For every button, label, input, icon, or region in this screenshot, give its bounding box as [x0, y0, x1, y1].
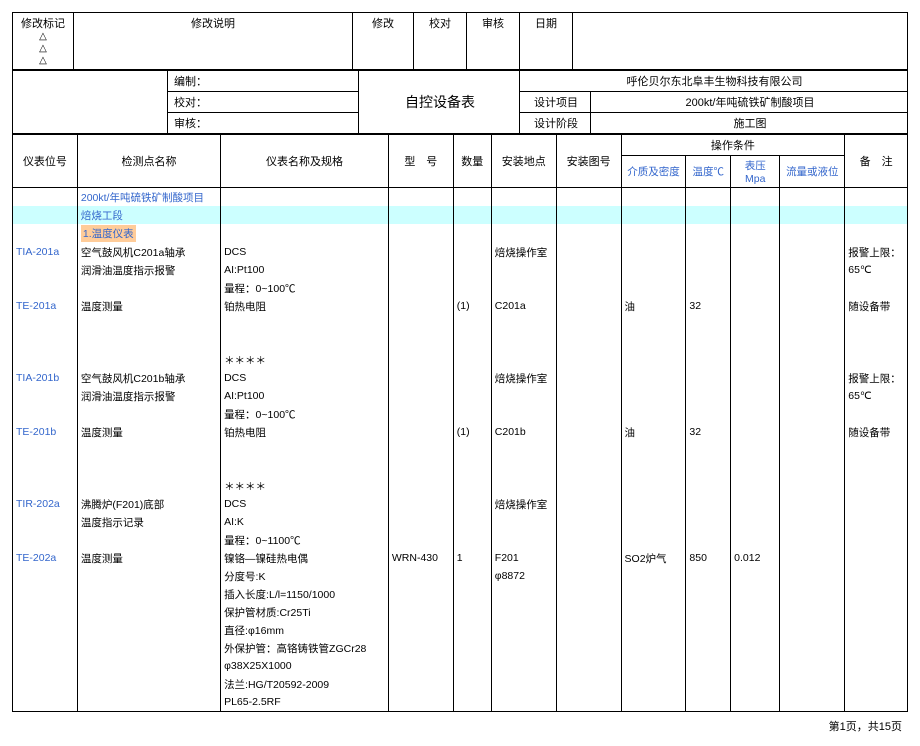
table-row: TIR-202a 沸腾炉(F201)底部 DCS 焙烧操作室 [13, 495, 908, 513]
company-name: 呼伦贝尔东北阜丰生物科技有限公司 [627, 76, 803, 88]
date-label: 日期 [535, 18, 557, 30]
col-flow: 流量或液位 [780, 156, 845, 188]
table-row [13, 441, 908, 459]
col-tag: 仪表位号 [13, 135, 78, 188]
table-row: 分度号:Kφ8872 [13, 567, 908, 585]
mark-label: 修改标记 [21, 18, 65, 30]
desc-label: 修改说明 [191, 18, 235, 30]
header-block: 编制： 自控设备表 呼伦贝尔东北阜丰生物科技有限公司 校对： 设计项目 200k… [12, 70, 908, 134]
table-row [13, 315, 908, 333]
table-row: TIA-201b 空气鼓风机C201b轴承 DCS 焙烧操作室 报警上限： [13, 369, 908, 387]
table-row: 润滑油温度指示报警 AI:Pt100 65℃ [13, 261, 908, 279]
table-row: 润滑油温度指示报警 AI:Pt100 65℃ [13, 387, 908, 405]
table-row: 法兰:HG/T20592-2009 [13, 675, 908, 693]
table-row: 外保护管：高铬铸铁管ZGCr28 [13, 639, 908, 657]
table-row [13, 459, 908, 477]
verify-label: 校对： [174, 97, 207, 109]
design-proj-label: 设计项目 [534, 97, 578, 109]
table-row: PL65-2.5RF [13, 693, 908, 712]
triangle-icon: △ [17, 55, 69, 67]
revision-block: 修改标记 △ △ △ 修改说明 修改 校对 审核 日期 [12, 12, 908, 70]
table-row: 量程：0~100℃ [13, 279, 908, 297]
equipment-table: 仪表位号 检测点名称 仪表名称及规格 型 号 数量 安装地点 安装图号 操作条件… [12, 134, 908, 712]
col-remarks: 备 注 [845, 135, 908, 188]
table-row: 保护管材质:Cr25Ti [13, 603, 908, 621]
mod-label: 修改 [372, 18, 394, 30]
col-point: 检测点名称 [77, 135, 220, 188]
design-stage: 施工图 [734, 118, 767, 130]
table-row: φ38X25X1000 [13, 657, 908, 675]
col-model: 型 号 [388, 135, 453, 188]
audit-label: 审核： [174, 118, 207, 130]
table-row: 量程：0~100℃ [13, 405, 908, 423]
col-temp: 温度℃ [686, 156, 731, 188]
page-footer: 第1页，共15页 [12, 712, 908, 734]
table-row: TIA-201a 空气鼓风机C201a轴承 DCS 焙烧操作室 报警上限： [13, 243, 908, 261]
separator-row: ＊＊＊＊ [13, 351, 908, 369]
doc-title: 自控设备表 [405, 94, 475, 110]
col-dwg: 安装图号 [556, 135, 621, 188]
table-row: 直径:φ16mm [13, 621, 908, 639]
table-row: 量程：0~1100℃ [13, 531, 908, 549]
table-row: 插入长度:L/l=1150/1000 [13, 585, 908, 603]
col-qty: 数量 [453, 135, 491, 188]
col-medium: 介质及密度 [621, 156, 686, 188]
table-row: 温度指示记录 AI:K [13, 513, 908, 531]
check-label: 校对 [429, 18, 451, 30]
table-row: TE-202a 温度测量 镍铬—镍硅热电偶 WRN-430 1 F201 SO2… [13, 549, 908, 567]
table-header: 仪表位号 检测点名称 仪表名称及规格 型 号 数量 安装地点 安装图号 操作条件… [13, 135, 908, 188]
col-op: 操作条件 [621, 135, 845, 156]
col-spec: 仪表名称及规格 [221, 135, 389, 188]
separator-row: ＊＊＊＊ [13, 477, 908, 495]
col-loc: 安装地点 [491, 135, 556, 188]
table-row: TE-201a 温度测量 铂热电阻 (1) C201a 油 32 随设备带 [13, 297, 908, 315]
proj-line: 200kt/年吨硫铁矿制酸项目 [77, 188, 220, 207]
design-proj: 200kt/年吨硫铁矿制酸项目 [686, 97, 815, 109]
triangle-icon: △ [17, 43, 69, 55]
compile-label: 编制： [174, 76, 207, 88]
group1-label: 1.温度仪表 [81, 225, 136, 242]
table-row [13, 333, 908, 351]
review-label: 审核 [482, 18, 504, 30]
triangle-icon: △ [17, 31, 69, 43]
stage-line: 焙烧工段 [77, 206, 220, 224]
table-row: TE-201b 温度测量 铂热电阻 (1) C201b 油 32 随设备带 [13, 423, 908, 441]
design-stage-label: 设计阶段 [534, 118, 578, 130]
col-press: 表压Mpa [731, 156, 780, 188]
